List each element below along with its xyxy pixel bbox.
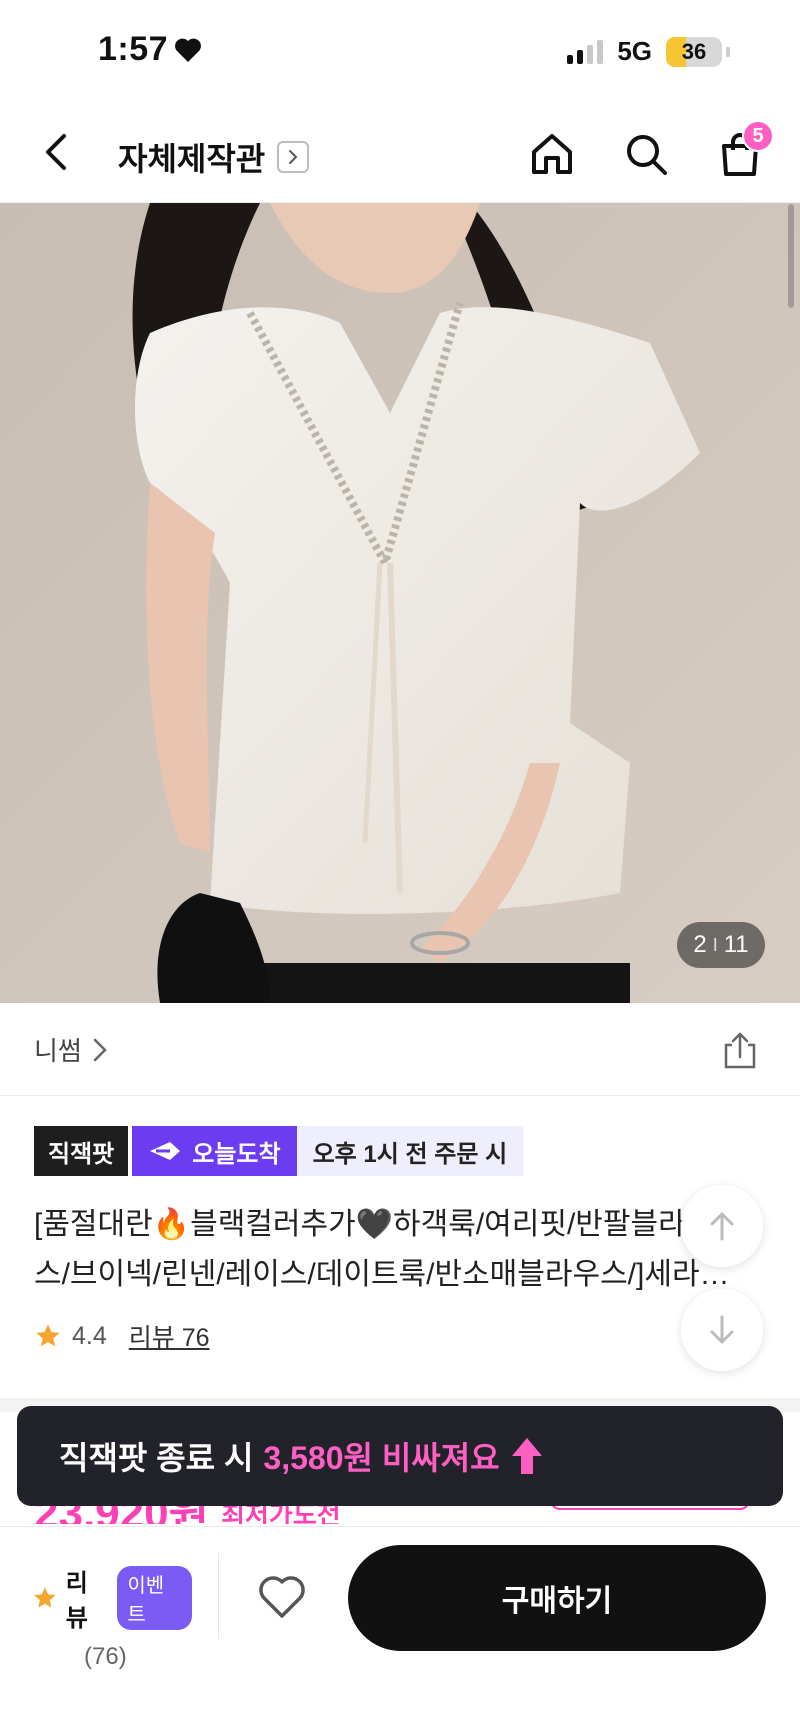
review-event-button[interactable]: 리뷰 이벤트 (76) (32, 1563, 192, 1671)
status-bar: 1:57 5G 36 (0, 0, 800, 100)
rating-row: 4.4 리뷰 76 (34, 1318, 210, 1354)
search-button[interactable] (622, 130, 670, 178)
arrow-up-icon (710, 1212, 734, 1241)
status-indicators: 5G 36 (567, 36, 730, 67)
store-title: 자체제작관 (118, 141, 266, 177)
review-count: (76) (84, 1643, 127, 1670)
toast-prefix: 직잭팟 종료 시 (59, 1440, 254, 1476)
home-icon (532, 134, 572, 174)
product-photo (0, 203, 800, 1003)
price-alert-toast: 직잭팟 종료 시 3,580원 비싸져요 (17, 1406, 783, 1506)
order-deadline-badge: 오후 1시 전 주문 시 (296, 1126, 524, 1176)
star-icon (36, 1324, 60, 1347)
product-title: [품절대란🔥블랙컬러추가🖤하객룩/여리핏/반팔블라 스/브이넥/린넨/레이스/데… (34, 1200, 750, 1300)
wishlist-button[interactable] (256, 1571, 308, 1623)
star-icon (34, 1587, 56, 1608)
top-nav-bar: 자체제작관 5 (0, 100, 800, 203)
today-arrival-label: 오늘도착 (192, 1140, 281, 1168)
delivery-badges: 직잭팟 오늘도착 오후 1시 전 주문 시 (34, 1126, 524, 1176)
chevron-right-icon (93, 1038, 107, 1061)
review-label: 리뷰 (65, 1570, 88, 1632)
chevron-right-icon (277, 141, 310, 173)
product-title-line-2: 스/브이넥/린넨/레이스/데이트룩/반소매블라우스/]세라… (34, 1258, 730, 1291)
share-button[interactable] (720, 1031, 760, 1071)
scroll-up-button[interactable] (681, 1185, 763, 1267)
battery-icon: 36 (666, 36, 722, 67)
review-count-link[interactable]: 리뷰 76 (129, 1318, 210, 1354)
search-icon (627, 135, 667, 175)
heart-status-icon (175, 38, 201, 62)
image-counter-current: 2 (693, 931, 707, 958)
image-counter-total: 11 (723, 931, 749, 958)
store-title-link[interactable]: 자체제작관 (118, 134, 310, 180)
cart-count-badge: 5 (742, 120, 774, 152)
product-image[interactable] (0, 203, 800, 1003)
fast-delivery-icon (150, 1142, 181, 1160)
back-arrow-icon (46, 134, 66, 170)
rating-value: 4.4 (72, 1321, 107, 1350)
network-label: 5G (617, 36, 652, 66)
scrollbar[interactable] (788, 204, 794, 308)
bottom-action-bar: 리뷰 이벤트 (76) 구매하기 (0, 1526, 800, 1733)
clock-text: 1:57 (98, 30, 169, 68)
today-arrival-badge: 오늘도착 (132, 1126, 297, 1176)
battery-tip (726, 46, 730, 57)
home-button[interactable] (528, 130, 576, 178)
brand-name: 니썸 (34, 1036, 82, 1066)
scroll-down-button[interactable] (681, 1289, 763, 1371)
image-counter-separator: I (712, 934, 718, 955)
bottom-divider (218, 1553, 219, 1639)
direct-jackpot-badge: 직잭팟 (34, 1126, 129, 1176)
heart-icon (259, 1576, 305, 1618)
image-counter: 2 I 11 (677, 922, 765, 968)
back-button[interactable] (34, 128, 82, 176)
event-badge: 이벤트 (117, 1566, 192, 1630)
signal-icon (567, 39, 604, 64)
buy-button[interactable]: 구매하기 (348, 1545, 766, 1651)
arrow-down-icon (710, 1315, 734, 1344)
battery-level: 36 (681, 38, 707, 64)
status-time: 1:57 (98, 30, 202, 69)
brand-link[interactable]: 니썸 (34, 1031, 108, 1068)
brand-row: 니썸 (0, 1003, 800, 1096)
toast-amount: 3,580원 비싸져요 (263, 1440, 500, 1476)
share-icon (724, 1032, 756, 1069)
product-title-line-1: [품절대란🔥블랙컬러추가🖤하객룩/여리핏/반팔블라 (34, 1208, 686, 1241)
arrow-up-icon (511, 1438, 542, 1474)
